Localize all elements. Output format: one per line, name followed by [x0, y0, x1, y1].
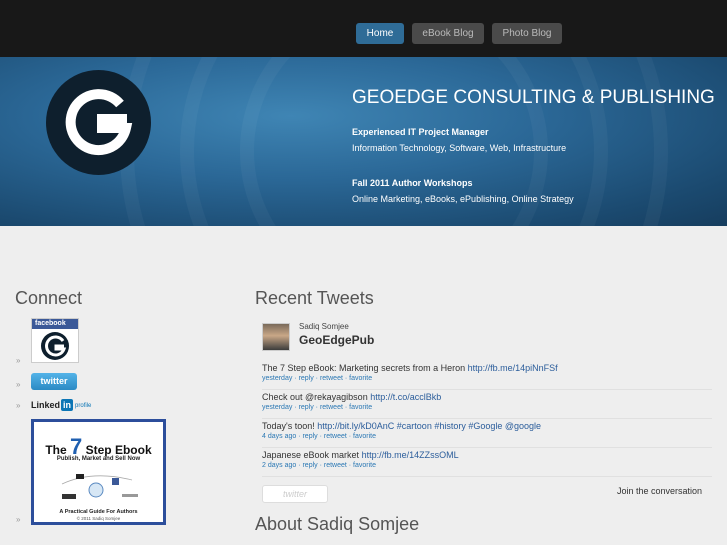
hero-text-it: Information Technology, Software, Web, I…: [352, 143, 567, 153]
linkedin-profile-label: profile: [75, 402, 92, 409]
hero-heading-workshops: Fall 2011 Author Workshops: [352, 178, 473, 188]
hero-banner: GEOEDGE CONSULTING & PUBLISHING Experien…: [0, 57, 727, 226]
twitter-logo[interactable]: twitter: [262, 485, 328, 503]
tweet-divider: [262, 447, 712, 448]
tweet-actions[interactable]: yesterday · reply · retweet · favorite: [262, 375, 712, 382]
twitter-handle[interactable]: GeoEdgePub: [299, 333, 374, 347]
ebook-illustration-icon: [61, 474, 138, 499]
facebook-badge[interactable]: facebook: [31, 318, 79, 363]
recent-tweets-heading: Recent Tweets: [255, 288, 374, 308]
twitter-follow-button[interactable]: twitter: [31, 373, 77, 390]
tweet-actions[interactable]: yesterday · reply · retweet · favorite: [262, 404, 712, 411]
linkedin-in-icon: in: [61, 399, 74, 411]
tweet-text: Check out @rekayagibson http://t.co/accl…: [262, 392, 712, 402]
geoedge-logo[interactable]: [46, 70, 151, 175]
facebook-label: facebook: [32, 319, 78, 329]
list-arrow: »: [16, 401, 21, 410]
ebook-copyright: © 2011 Sadiq Somjee: [76, 516, 121, 521]
tweet-body: Today's toon!: [262, 421, 318, 431]
tweet-link[interactable]: http://fb.me/14ZZssOML: [362, 450, 459, 460]
linkedin-text: Linked: [31, 400, 61, 410]
about-heading: About Sadiq Somjee: [255, 514, 420, 534]
tweet-item: Today's toon! http://bit.ly/kD0AnC #cart…: [262, 421, 712, 440]
ebook-promo-banner[interactable]: The 7 Step Ebook Publish, Market and Sel…: [31, 419, 166, 525]
nav-home-button[interactable]: Home: [356, 23, 404, 44]
tweet-item: The 7 Step eBook: Marketing secrets from…: [262, 363, 712, 382]
hero-text-workshops: Online Marketing, eBooks, ePublishing, O…: [352, 194, 574, 204]
g-logo-icon: [65, 89, 133, 156]
nav-photo-blog-button[interactable]: Photo Blog: [492, 23, 562, 44]
hero-heading-it: Experienced IT Project Manager: [352, 127, 489, 137]
site-title: GEOEDGE CONSULTING & PUBLISHING: [352, 87, 715, 108]
tweet-text: Japanese eBook market http://fb.me/14ZZs…: [262, 450, 712, 460]
join-conversation-link[interactable]: Join the conversation: [617, 486, 702, 496]
twitter-widget: Sadiq Somjee GeoEdgePub The 7 Step eBook…: [255, 316, 715, 512]
ebook-subtitle: Publish, Market and Sell Now: [56, 456, 141, 462]
tweet-divider: [262, 418, 712, 419]
list-arrow: »: [16, 356, 21, 365]
twitter-user-name: Sadiq Somjee: [299, 322, 349, 331]
ebook-title-suffix: Step Ebook: [85, 443, 152, 457]
tweet-actions[interactable]: 2 days ago · reply · retweet · favorite: [262, 462, 712, 469]
tweet-text: The 7 Step eBook: Marketing secrets from…: [262, 363, 712, 373]
ebook-caption: A Practical Guide For Authors: [59, 509, 138, 515]
tweet-divider: [262, 476, 712, 477]
nav-ebook-blog-button[interactable]: eBook Blog: [412, 23, 484, 44]
tweet-link[interactable]: http://bit.ly/kD0AnC #cartoon #history #…: [317, 421, 541, 431]
tweet-body: Japanese eBook market: [262, 450, 362, 460]
facebook-g-logo-icon: [41, 332, 69, 360]
top-nav-bar: Home eBook Blog Photo Blog: [0, 0, 727, 57]
tweet-divider: [262, 389, 712, 390]
tweet-link[interactable]: http://fb.me/14piNnFSf: [468, 363, 558, 373]
tweet-actions[interactable]: 4 days ago · reply · retweet · favorite: [262, 433, 712, 440]
list-arrow: »: [16, 515, 21, 524]
linkedin-profile-button[interactable]: Linked in profile: [31, 399, 91, 411]
user-avatar[interactable]: [262, 323, 290, 351]
ebook-title-prefix: The: [45, 443, 67, 457]
tweet-body: The 7 Step eBook: Marketing secrets from…: [262, 363, 468, 373]
tweet-body: Check out @rekayagibson: [262, 392, 371, 402]
tweet-text: Today's toon! http://bit.ly/kD0AnC #cart…: [262, 421, 712, 431]
tweet-item: Check out @rekayagibson http://t.co/accl…: [262, 392, 712, 411]
tweet-link[interactable]: http://t.co/acclBkb: [370, 392, 441, 402]
list-arrow: »: [16, 380, 21, 389]
tweet-item: Japanese eBook market http://fb.me/14ZZs…: [262, 450, 712, 469]
connect-heading: Connect: [15, 288, 83, 308]
